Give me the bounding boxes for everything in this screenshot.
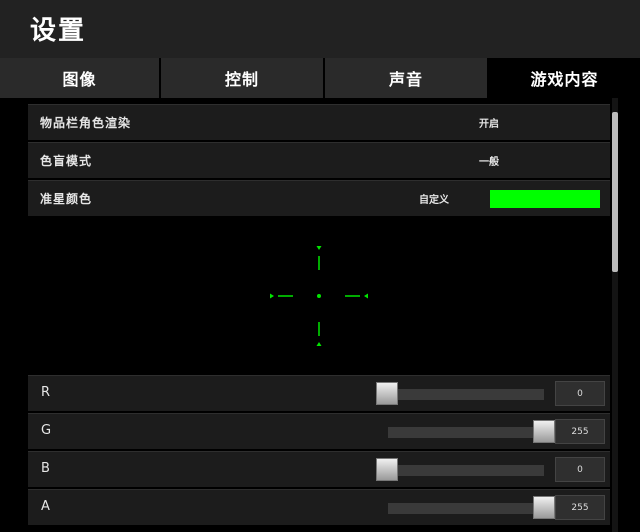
value-field[interactable]: 255 [555, 419, 605, 444]
slider-label: G [41, 423, 52, 438]
slider-thumb[interactable] [376, 458, 398, 481]
tab-bar: 图像 控制 声音 游戏内容 [0, 58, 640, 98]
setting-row-crosshair-color[interactable]: 准星颜色 自定义 [28, 180, 610, 216]
crosshair-right-arrow [364, 293, 368, 299]
slider-thumb[interactable] [376, 382, 398, 405]
slider-row-g: G 255 [28, 413, 610, 449]
page-title: 设置 [30, 16, 87, 46]
crosshair-center-dot [317, 294, 321, 298]
slider-row-r: R 0 [28, 375, 610, 411]
color-swatch[interactable] [490, 190, 600, 208]
setting-value[interactable]: 开启 [479, 115, 499, 130]
setting-label: 色盲模式 [40, 154, 93, 168]
slider-label: B [41, 461, 50, 476]
slider-track[interactable] [388, 427, 544, 438]
slider-label: A [41, 499, 50, 514]
slider-thumb[interactable] [533, 496, 555, 519]
setting-value[interactable]: 一般 [479, 153, 499, 168]
tab-game-content[interactable]: 游戏内容 [489, 58, 640, 98]
slider-thumb[interactable] [533, 420, 555, 443]
scrollbar-thumb[interactable] [612, 112, 618, 272]
tab-graphics[interactable]: 图像 [0, 58, 161, 98]
setting-row-colorblind-mode[interactable]: 色盲模式 一般 [28, 142, 610, 178]
setting-row-inventory-render[interactable]: 物品栏角色渲染 开启 [28, 104, 610, 140]
tab-sound[interactable]: 声音 [325, 58, 489, 98]
value-field[interactable]: 0 [555, 457, 605, 482]
value-field[interactable]: 255 [555, 495, 605, 520]
slider-label: R [41, 385, 51, 400]
value-field[interactable]: 0 [555, 381, 605, 406]
setting-value[interactable]: 自定义 [419, 191, 449, 206]
crosshair-top-arrow [316, 246, 322, 250]
crosshair-left-arrow [270, 293, 274, 299]
slider-track[interactable] [388, 465, 544, 476]
slider-row-a: A 255 [28, 489, 610, 525]
settings-header: 设置 [0, 0, 640, 58]
crosshair-bottom-arrow [316, 342, 322, 346]
setting-label: 准星颜色 [40, 192, 93, 206]
slider-track[interactable] [388, 389, 544, 400]
tab-controls[interactable]: 控制 [161, 58, 325, 98]
slider-track[interactable] [388, 503, 544, 514]
slider-row-b: B 0 [28, 451, 610, 487]
settings-panel: 物品栏角色渲染 开启 色盲模式 一般 准星颜色 自定义 R 0 G 255 B … [0, 98, 640, 532]
setting-label: 物品栏角色渲染 [40, 116, 132, 130]
